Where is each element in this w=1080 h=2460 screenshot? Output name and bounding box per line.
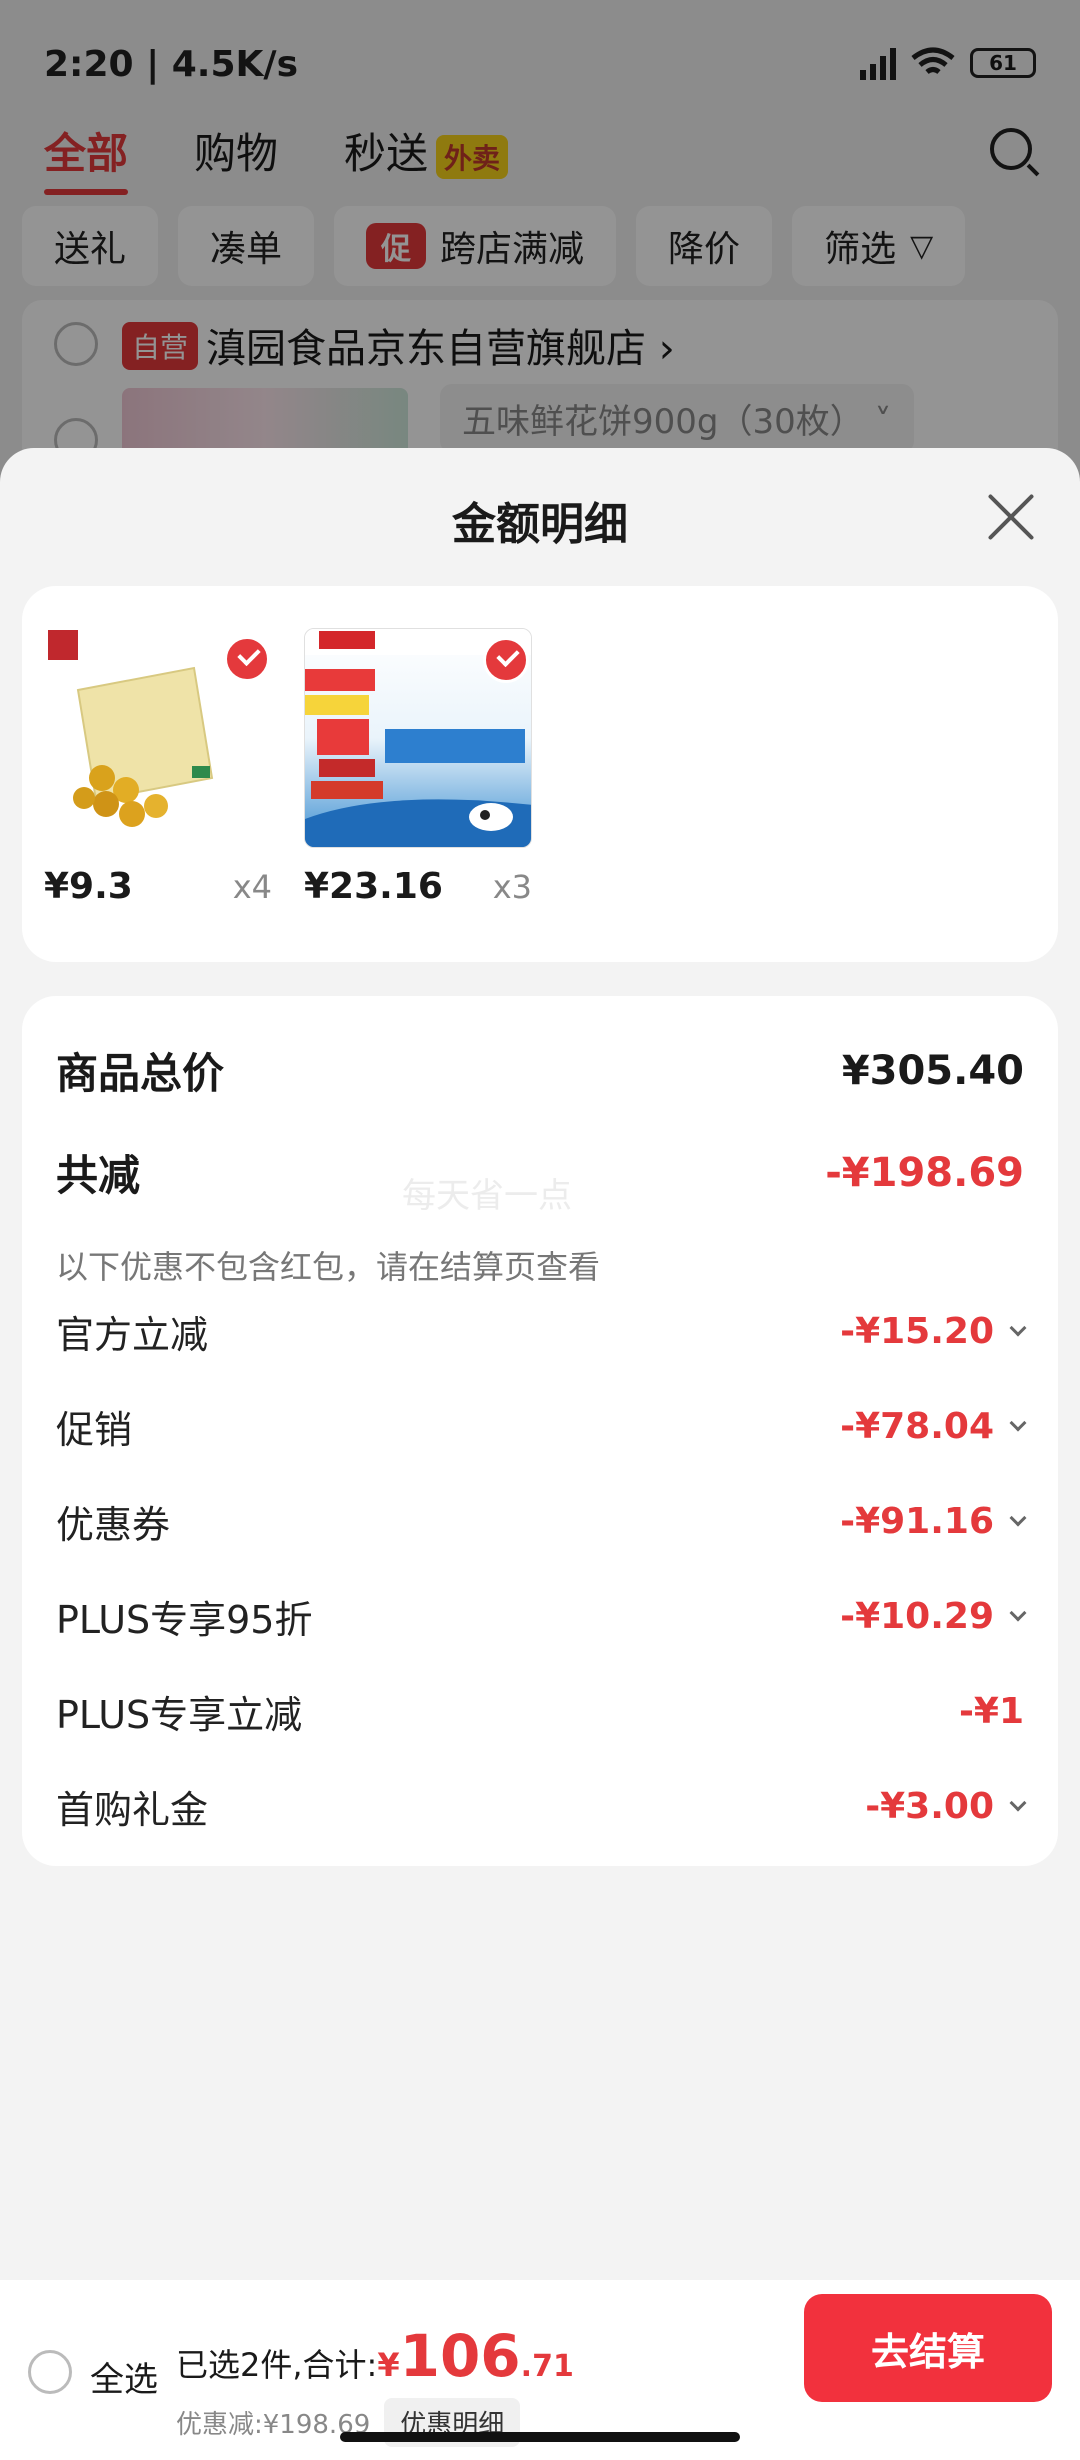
discount-line-coupon[interactable]: 优惠券 -¥91.16 xyxy=(56,1494,1027,1549)
reduction-note: 以下优惠不包含红包，请在结算页查看 xyxy=(56,1248,601,1286)
selected-item[interactable]: ¥23.16 x3 xyxy=(304,628,532,907)
total-price-row: 商品总价 ¥305.40 xyxy=(56,1040,1024,1101)
sheet-title: 金额明细 xyxy=(452,499,628,550)
selected-item[interactable]: ¥9.3 x4 xyxy=(44,628,272,907)
select-all-label[interactable]: 全选 xyxy=(90,2352,158,2401)
discount-amount: -¥10.29 xyxy=(840,1596,994,1637)
selected-check-icon xyxy=(224,636,270,682)
discount-line-label: 官方立减 xyxy=(56,1313,209,1357)
discount-amount: -¥1 xyxy=(958,1691,1024,1732)
discount-line-label: 首购礼金 xyxy=(56,1788,209,1832)
home-indicator[interactable] xyxy=(340,2432,740,2442)
total-amount-integer: 106 xyxy=(399,2322,521,2390)
discount-line-label: PLUS专享立减 xyxy=(56,1693,303,1737)
item-quantity: x4 xyxy=(232,868,272,906)
selection-summary: 已选2件,合计: ¥ 106 .71 xyxy=(176,2322,574,2390)
discount-line-value: -¥1 xyxy=(959,1691,1024,1732)
chevron-down-icon xyxy=(1009,1319,1027,1336)
total-reduction-row: 共减 -¥198.69 xyxy=(56,1142,1024,1203)
item-price: ¥9.3 xyxy=(44,866,133,907)
selected-count-text: 已选2件,合计: xyxy=(176,2346,378,2384)
discount-line-value: -¥78.04 xyxy=(840,1406,1027,1447)
selected-check-icon xyxy=(483,637,529,683)
discount-line-label: PLUS专享95折 xyxy=(56,1598,313,1642)
item-quantity: x3 xyxy=(492,868,532,906)
chevron-down-icon xyxy=(1009,1794,1027,1811)
item-price-row: ¥9.3 x4 xyxy=(44,866,272,907)
chevron-down-icon xyxy=(1009,1604,1027,1621)
discount-line-label: 促销 xyxy=(56,1408,133,1452)
close-icon[interactable] xyxy=(986,492,1036,542)
discount-line-label: 优惠券 xyxy=(56,1503,171,1547)
select-all-radio[interactable] xyxy=(28,2350,72,2394)
total-reduction-value: -¥198.69 xyxy=(825,1149,1024,1196)
chevron-down-icon xyxy=(1009,1509,1027,1526)
discount-line-first-purchase[interactable]: 首购礼金 -¥3.00 xyxy=(56,1779,1027,1834)
discount-amount: -¥91.16 xyxy=(840,1501,994,1542)
discount-amount: -¥15.20 xyxy=(840,1311,994,1352)
chevron-down-icon xyxy=(1009,1414,1027,1431)
discount-line-plus-reduce: PLUS专享立减 -¥1 xyxy=(56,1684,1024,1739)
product-image-milk xyxy=(304,628,532,848)
discount-line-value: -¥3.00 xyxy=(865,1786,1027,1827)
selected-items-card: ¥9.3 x4 ¥23.16 x3 xyxy=(22,586,1058,962)
total-price-label: 商品总价 xyxy=(56,1049,225,1098)
item-price-row: ¥23.16 x3 xyxy=(304,866,532,907)
amount-detail-sheet: 金额明细 ¥9.3 x4 ¥23.16 x3 商品总价 ¥305.40 每天省一… xyxy=(0,448,1080,2460)
currency-symbol: ¥ xyxy=(377,2346,400,2384)
discount-line-plus-95[interactable]: PLUS专享95折 -¥10.29 xyxy=(56,1589,1027,1644)
price-breakdown-card: 商品总价 ¥305.40 每天省一点 共减 -¥198.69 以下优惠不包含红包… xyxy=(22,996,1058,1866)
discount-line-promotion[interactable]: 促销 -¥78.04 xyxy=(56,1399,1027,1454)
discount-amount: -¥78.04 xyxy=(840,1406,994,1447)
total-reduction-label: 共减 xyxy=(56,1151,141,1200)
discount-line-official[interactable]: 官方立减 -¥15.20 xyxy=(56,1304,1027,1359)
discount-line-value: -¥91.16 xyxy=(840,1501,1027,1542)
discount-line-value: -¥10.29 xyxy=(840,1596,1027,1637)
discount-line-value: -¥15.20 xyxy=(840,1311,1027,1352)
total-price-value: ¥305.40 xyxy=(841,1047,1024,1094)
item-price: ¥23.16 xyxy=(304,866,443,907)
checkout-button[interactable]: 去结算 xyxy=(804,2294,1052,2402)
product-image-tea xyxy=(44,628,272,848)
discount-amount: -¥3.00 xyxy=(865,1786,994,1827)
total-amount-decimal: .71 xyxy=(520,2349,574,2384)
